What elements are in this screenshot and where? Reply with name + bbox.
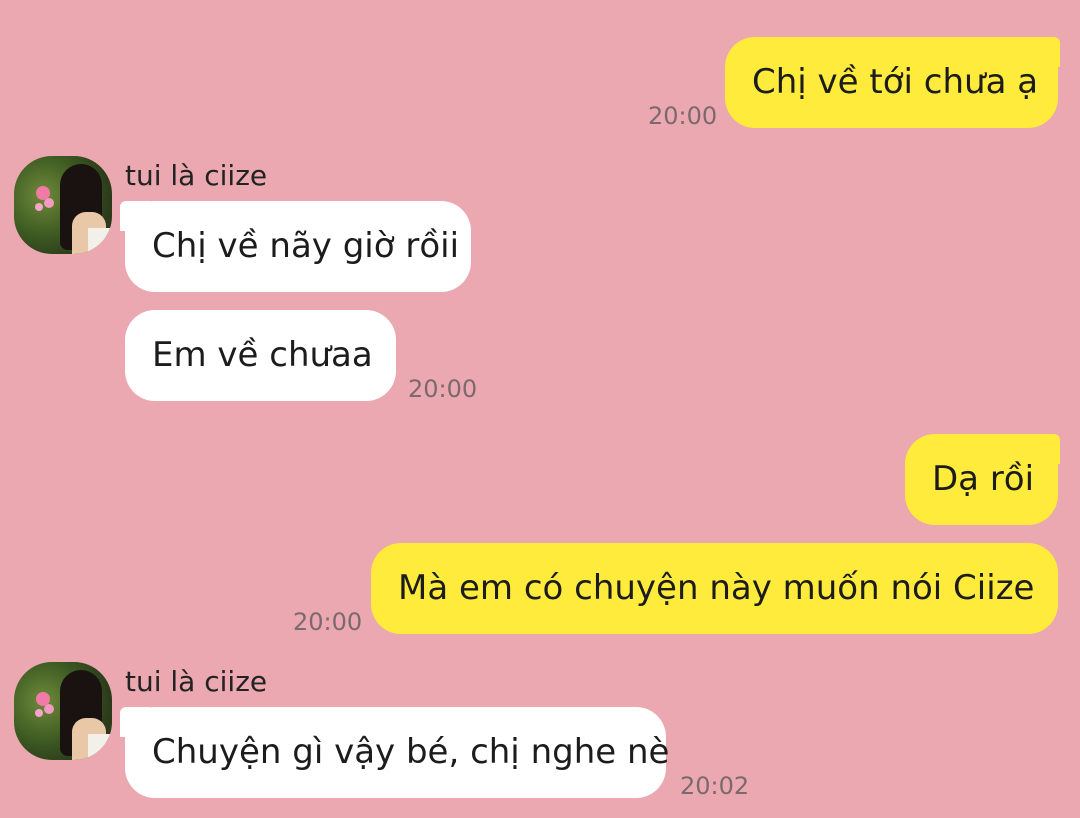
dress-shape bbox=[88, 734, 112, 760]
sender-name: tui là ciize bbox=[125, 159, 268, 192]
avatar[interactable] bbox=[14, 662, 112, 760]
my-message-bubble[interactable]: Mà em có chuyện này muốn nói Ciize bbox=[371, 543, 1058, 634]
avatar[interactable] bbox=[14, 156, 112, 254]
my-message-bubble[interactable]: Chị về tới chưa ạ bbox=[725, 37, 1058, 128]
chat-thread: Chị về tới chưa ạ 20:00 tui là ciize Chị… bbox=[0, 0, 1080, 818]
their-message-bubble[interactable]: Chị về nãy giờ rồii bbox=[125, 201, 471, 292]
message-timestamp: 20:02 bbox=[680, 772, 750, 800]
my-message-bubble[interactable]: Dạ rồi bbox=[905, 434, 1058, 525]
message-text: Chuyện gì vậy bé, chị nghe nè bbox=[152, 732, 670, 772]
message-text: Mà em có chuyện này muốn nói Ciize bbox=[398, 568, 1035, 608]
message-text: Em về chưaa bbox=[152, 335, 373, 375]
message-timestamp: 20:00 bbox=[648, 102, 718, 130]
sender-name: tui là ciize bbox=[125, 665, 268, 698]
dress-shape bbox=[88, 228, 112, 254]
message-text: Chị về nãy giờ rồii bbox=[152, 226, 460, 266]
message-text: Chị về tới chưa ạ bbox=[752, 62, 1039, 102]
flower-icon bbox=[36, 692, 50, 706]
message-timestamp: 20:00 bbox=[293, 608, 363, 636]
their-message-bubble[interactable]: Em về chưaa bbox=[125, 310, 396, 401]
message-timestamp: 20:00 bbox=[408, 375, 478, 403]
flower-icon bbox=[36, 186, 50, 200]
their-message-bubble[interactable]: Chuyện gì vậy bé, chị nghe nè bbox=[125, 707, 670, 798]
message-text: Dạ rồi bbox=[932, 459, 1035, 499]
